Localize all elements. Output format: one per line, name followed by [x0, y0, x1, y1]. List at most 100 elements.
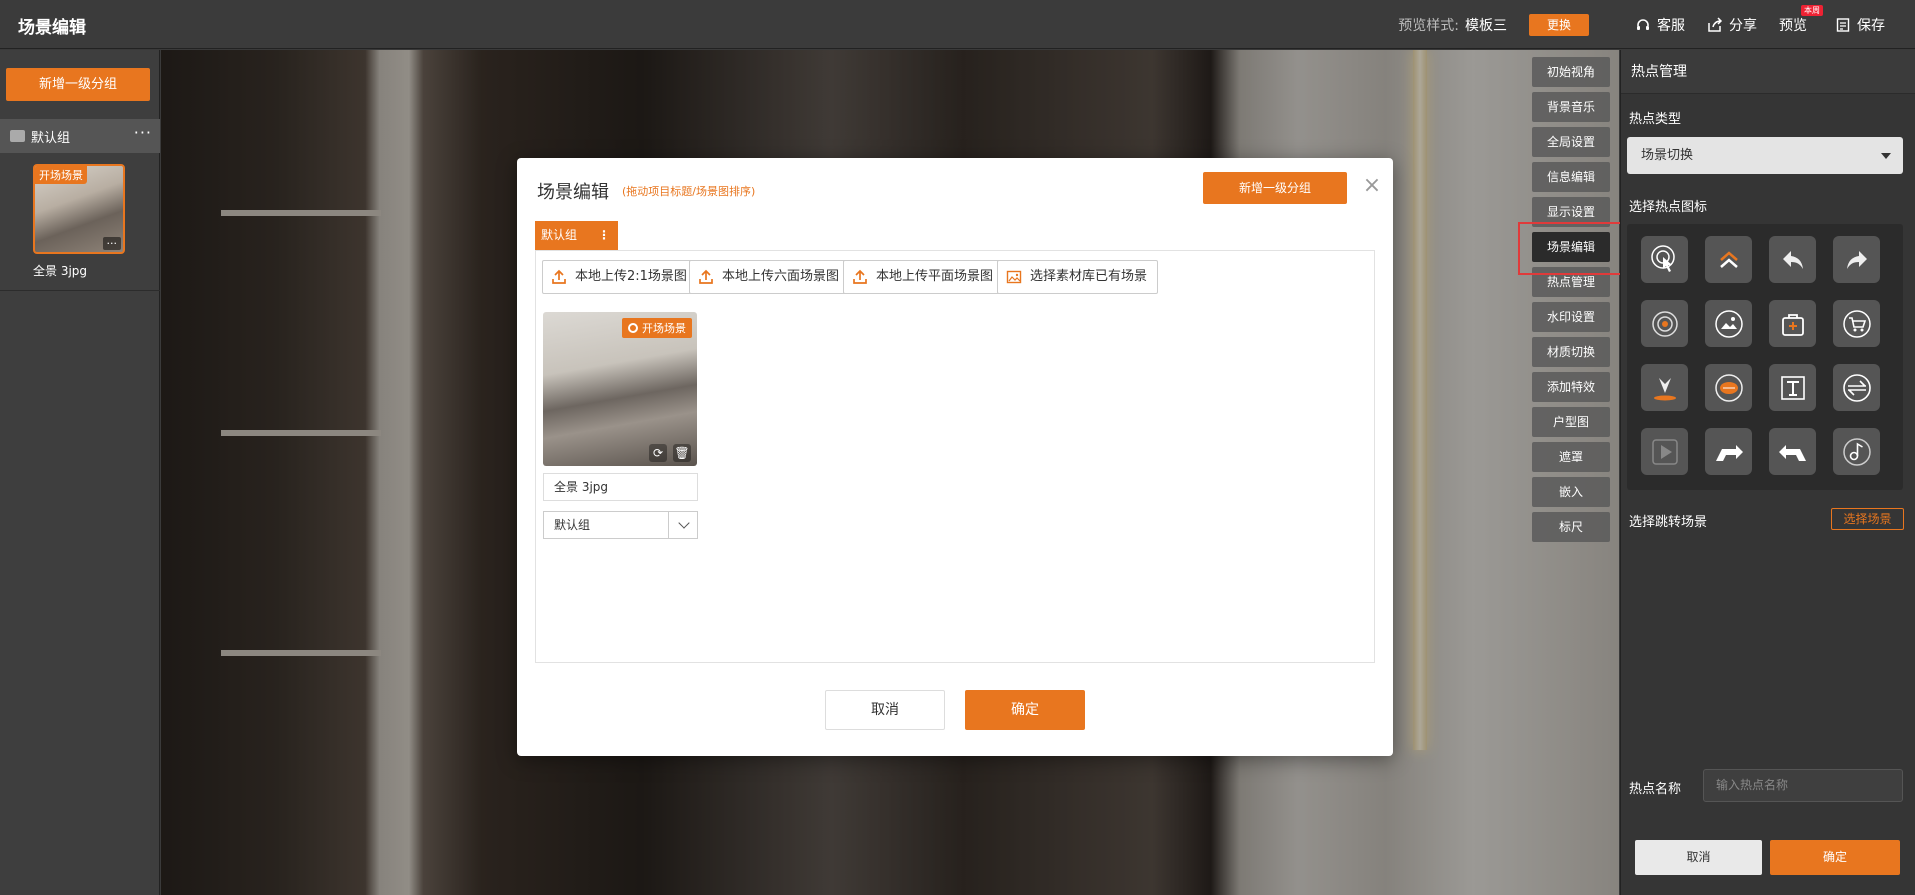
card-actions: ⟳ 🗑 — [649, 444, 691, 462]
preview-label: 预览 — [1779, 17, 1807, 34]
group-row-default[interactable]: 默认组 ··· — [0, 119, 160, 153]
image-icon — [1006, 270, 1022, 284]
dialog-cancel-button[interactable]: 取消 — [825, 690, 945, 730]
upload-flat-label: 本地上传平面场景图 — [876, 269, 994, 284]
upload-icon — [853, 269, 867, 284]
headset-icon — [1637, 18, 1649, 30]
dialog-ok-button[interactable]: 确定 — [965, 690, 1085, 730]
hotspot-play-icon[interactable] — [1641, 428, 1688, 475]
select-library-button[interactable]: 选择素材库已有场景 — [997, 260, 1159, 294]
share-icon — [1708, 16, 1723, 32]
choose-scene-button[interactable]: 选择场景 — [1831, 508, 1904, 530]
hotspot-up-icon[interactable] — [1705, 236, 1752, 283]
tool-embed[interactable]: 嵌入 — [1532, 477, 1610, 507]
scene-list-panel: 新增一级分组 默认组 ··· 开场场景 ··· 全景 3jpg — [0, 50, 160, 895]
hotspot-click-icon[interactable] — [1641, 236, 1688, 283]
hotspot-target-icon[interactable] — [1641, 300, 1688, 347]
divider — [0, 290, 160, 291]
select-library-label: 选择素材库已有场景 — [1030, 269, 1148, 284]
upload-icon — [552, 269, 566, 284]
preview-badge: 本周 — [1801, 4, 1823, 16]
scene-name-field[interactable]: 全景 3jpg — [543, 473, 698, 501]
highlight-box — [1518, 222, 1630, 275]
group-tab-more-button[interactable]: ⋮ — [598, 221, 610, 250]
hotspot-bag-icon[interactable] — [1769, 300, 1816, 347]
share-label: 分享 — [1729, 17, 1757, 34]
group-more-button[interactable]: ··· — [134, 123, 152, 142]
save-icon — [1836, 17, 1850, 32]
hotspot-name-label: 热点名称 — [1629, 782, 1682, 797]
hotspot-video-icon[interactable] — [1705, 364, 1752, 411]
top-bar: 场景编辑 预览样式: 模板三 更换 客服 分享 预览 本周 保存 — [0, 0, 1915, 49]
scene-group-select[interactable]: 默认组 — [543, 511, 698, 539]
tool-material-switch[interactable]: 材质切换 — [1532, 337, 1610, 367]
scene-name: 全景 3jpg — [33, 264, 88, 278]
tool-mask[interactable]: 遮罩 — [1532, 442, 1610, 472]
hotspot-switch-icon[interactable] — [1833, 364, 1880, 411]
trash-icon[interactable]: 🗑 — [673, 444, 691, 462]
hotspot-image-icon[interactable] — [1705, 300, 1752, 347]
tool-ruler[interactable]: 标尺 — [1532, 512, 1610, 542]
opening-scene-tag: 开场场景 — [35, 166, 87, 184]
hotspot-turn-left-icon[interactable] — [1769, 428, 1816, 475]
hotspot-back-icon[interactable] — [1769, 236, 1816, 283]
folder-icon — [10, 130, 25, 142]
scene-card-image[interactable]: 开场场景 ⟳ 🗑 — [543, 312, 697, 466]
preview-style-value: 模板三 — [1465, 17, 1507, 34]
hotspot-type-select[interactable]: 场景切换 — [1627, 137, 1903, 174]
preview-button[interactable]: 预览 本周 — [1779, 4, 1823, 35]
hotspot-text-icon[interactable] — [1769, 364, 1816, 411]
panel-ok-button[interactable]: 确定 — [1770, 840, 1900, 875]
service-button[interactable]: 客服 — [1635, 15, 1685, 35]
group-name: 默认组 — [31, 130, 71, 146]
save-button[interactable]: 保存 — [1835, 15, 1885, 35]
upload-cube-button[interactable]: 本地上传六面场景图 — [689, 260, 851, 294]
scene-content-area: 本地上传2:1场景图 本地上传六面场景图 本地上传平面场景图 选择素材库已有场景… — [535, 250, 1375, 663]
tool-info-edit[interactable]: 信息编辑 — [1532, 162, 1610, 192]
hotspot-turn-right-icon[interactable] — [1705, 428, 1752, 475]
upload-flat-button[interactable]: 本地上传平面场景图 — [843, 260, 1005, 294]
dialog-add-group-button[interactable]: 新增一级分组 — [1203, 172, 1347, 204]
scene-edit-dialog: 场景编辑 (拖动项目标题/场景图排序) 新增一级分组 × 默认组 ⋮ 本地上传2… — [517, 158, 1393, 756]
scene-group-value: 默认组 — [554, 518, 591, 532]
dialog-subtitle: (拖动项目标题/场景图排序) — [622, 185, 756, 198]
opening-scene-tag: 开场场景 — [622, 318, 692, 338]
save-label: 保存 — [1857, 17, 1885, 34]
hotspot-forward-icon[interactable] — [1833, 236, 1880, 283]
scene-thumbnail[interactable]: 开场场景 ··· — [33, 164, 125, 254]
tool-floor-plan[interactable]: 户型图 — [1532, 407, 1610, 437]
hotspot-icon-grid — [1627, 224, 1903, 490]
top-bar-actions: 预览样式: 模板三 更换 客服 分享 预览 本周 保存 — [1398, 0, 1885, 49]
divider — [668, 512, 669, 538]
share-button[interactable]: 分享 — [1707, 15, 1757, 35]
jump-scene-label: 选择跳转场景 — [1629, 515, 1708, 530]
choose-icon-label: 选择热点图标 — [1629, 200, 1708, 215]
upload-cube-label: 本地上传六面场景图 — [722, 269, 840, 284]
panel-cancel-button[interactable]: 取消 — [1635, 840, 1762, 875]
tool-add-effect[interactable]: 添加特效 — [1532, 372, 1610, 402]
hotspot-type-value: 场景切换 — [1641, 148, 1694, 163]
tool-global-settings[interactable]: 全局设置 — [1532, 127, 1610, 157]
hotspot-type-label: 热点类型 — [1629, 112, 1682, 127]
upload-2to1-button[interactable]: 本地上传2:1场景图 — [542, 260, 698, 294]
close-icon[interactable]: × — [1362, 175, 1382, 197]
scene-more-button[interactable]: ··· — [102, 237, 121, 250]
tool-watermark[interactable]: 水印设置 — [1532, 302, 1610, 332]
hotspot-music-icon[interactable] — [1833, 428, 1880, 475]
group-tab-default[interactable]: 默认组 ⋮ — [535, 221, 618, 250]
hotspot-name-input[interactable]: 输入热点名称 — [1703, 769, 1903, 802]
preview-style: 预览样式: 模板三 — [1398, 15, 1507, 35]
tool-initial-view[interactable]: 初始视角 — [1532, 57, 1610, 87]
opening-scene-tag-label: 开场场景 — [642, 322, 686, 335]
change-template-button[interactable]: 更换 — [1529, 13, 1589, 36]
dialog-title: 场景编辑 — [537, 182, 609, 203]
group-tab-label: 默认组 — [541, 228, 578, 242]
tool-bg-music[interactable]: 背景音乐 — [1532, 92, 1610, 122]
hotspot-pin-icon[interactable] — [1641, 364, 1688, 411]
hotspot-cart-icon[interactable] — [1833, 300, 1880, 347]
caret-down-icon — [1881, 153, 1891, 159]
replace-icon[interactable]: ⟳ — [649, 444, 667, 462]
add-group-button[interactable]: 新增一级分组 — [6, 68, 150, 101]
tool-column: 初始视角 背景音乐 全局设置 信息编辑 显示设置 场景编辑 热点管理 水印设置 … — [1532, 57, 1610, 547]
service-label: 客服 — [1657, 17, 1685, 34]
